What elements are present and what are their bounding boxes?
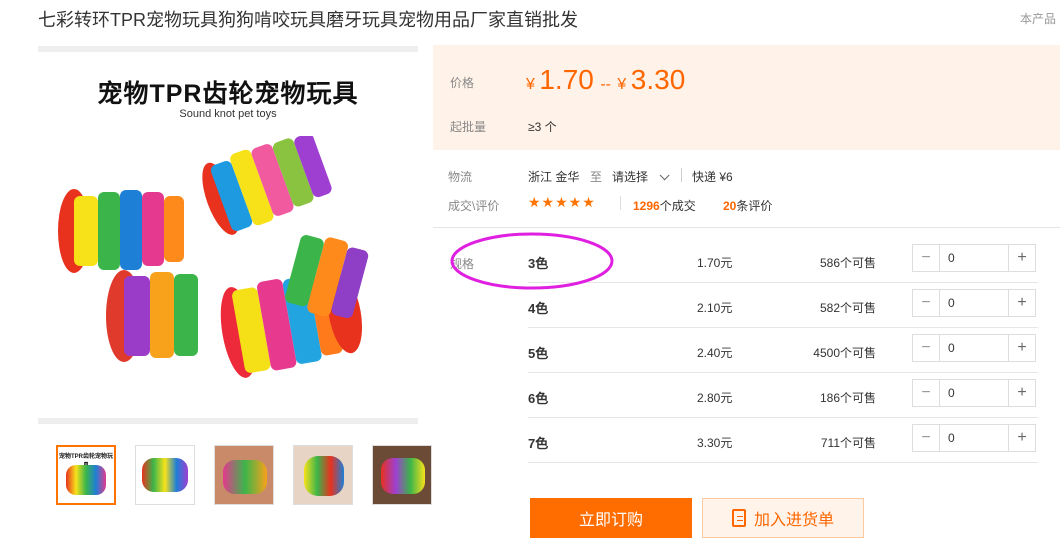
reviews-divider bbox=[620, 196, 621, 210]
add-to-cart-label: 加入进货单 bbox=[753, 512, 834, 529]
quantity-stepper: − 0 + bbox=[912, 244, 1036, 272]
destination-label: 请选择 bbox=[612, 170, 649, 184]
sku-stock: 186个可售 bbox=[819, 391, 876, 405]
thumbnail-5[interactable] bbox=[372, 445, 432, 505]
price-low: 1.70 bbox=[539, 64, 594, 95]
deals-unit: 个成交 bbox=[659, 199, 696, 213]
image-heading: 宠物TPR齿轮宠物玩具 bbox=[97, 80, 359, 108]
image-subheading: Sound knot pet toys bbox=[179, 108, 277, 120]
plus-icon[interactable]: + bbox=[1008, 425, 1035, 451]
minus-icon[interactable]: − bbox=[913, 335, 940, 361]
sku-name: 7色 bbox=[528, 436, 549, 451]
moq-value: ≥3 个 bbox=[528, 120, 557, 134]
add-to-cart-button[interactable]: 加入进货单 bbox=[702, 498, 864, 538]
quantity-stepper: − 0 + bbox=[912, 424, 1036, 452]
sku-stock: 582个可售 bbox=[819, 301, 876, 315]
quantity-stepper: − 0 + bbox=[912, 289, 1036, 317]
deals-count[interactable]: 1296个成交 bbox=[633, 197, 696, 214]
currency-low: ¥ bbox=[526, 76, 535, 93]
plus-icon[interactable]: + bbox=[1008, 380, 1035, 406]
logistics-label: 物流 bbox=[448, 170, 473, 184]
quantity-stepper: − 0 + bbox=[912, 379, 1036, 407]
chevron-down-icon bbox=[660, 170, 670, 181]
minus-icon[interactable]: − bbox=[913, 425, 940, 451]
price-high: 3.30 bbox=[630, 64, 686, 95]
order-now-button[interactable]: 立即订购 bbox=[530, 498, 692, 538]
rating-stars: ★★★★★ bbox=[528, 194, 596, 210]
plus-icon[interactable]: + bbox=[1008, 290, 1035, 316]
currency-high: ¥ bbox=[617, 76, 627, 93]
quantity-input[interactable]: 0 bbox=[940, 245, 1008, 271]
express-fee: 快递 ¥6 bbox=[692, 170, 733, 184]
sku-row: 7色 3.30元 711个可售 − 0 + bbox=[528, 418, 1038, 463]
plus-icon[interactable]: + bbox=[1008, 245, 1035, 271]
sku-stock: 586个可售 bbox=[819, 256, 876, 270]
review-count[interactable]: 20条评价 bbox=[723, 197, 772, 214]
minus-icon[interactable]: − bbox=[913, 245, 940, 271]
thumbnail-3[interactable] bbox=[214, 445, 274, 505]
thumbnail-1[interactable]: 宠物TPR齿轮宠物玩具 bbox=[56, 445, 116, 505]
destination-select[interactable]: 请选择 bbox=[612, 168, 670, 185]
price-separator: -- bbox=[600, 76, 611, 93]
plus-icon[interactable]: + bbox=[1008, 335, 1035, 361]
sku-price: 2.40元 bbox=[697, 346, 733, 360]
main-product-image: 宠物TPR齿轮宠物玩具 Sound knot pet toys bbox=[38, 46, 418, 424]
review-number: 20 bbox=[723, 199, 737, 213]
quantity-input[interactable]: 0 bbox=[940, 425, 1008, 451]
moq-label: 起批量 bbox=[450, 120, 487, 134]
quantity-stepper: − 0 + bbox=[912, 334, 1036, 362]
sku-name: 4色 bbox=[528, 301, 549, 316]
quantity-input[interactable]: 0 bbox=[940, 335, 1008, 361]
sku-row: 6色 2.80元 186个可售 − 0 + bbox=[528, 373, 1038, 418]
sku-stock: 711个可售 bbox=[820, 436, 876, 450]
sku-price: 3.30元 bbox=[697, 436, 733, 450]
sku-name: 5色 bbox=[528, 346, 549, 361]
sku-price: 1.70元 bbox=[697, 256, 733, 270]
sku-name: 6色 bbox=[528, 391, 549, 406]
logistics-divider bbox=[681, 168, 682, 182]
corner-note: 本产品 bbox=[1020, 12, 1057, 26]
product-title: 七彩转环TPR宠物玩具狗狗啃咬玩具磨牙玩具宠物用品厂家直销批发 bbox=[38, 10, 578, 30]
minus-icon[interactable]: − bbox=[913, 290, 940, 316]
quantity-input[interactable]: 0 bbox=[940, 380, 1008, 406]
reviews-label: 成交\评价 bbox=[448, 199, 500, 213]
price-label: 价格 bbox=[450, 76, 475, 90]
minus-icon[interactable]: − bbox=[913, 380, 940, 406]
price-range: ¥ 1.70 -- ¥ 3.30 bbox=[526, 64, 685, 96]
sku-stock: 4500个可售 bbox=[813, 346, 876, 360]
review-unit: 条评价 bbox=[736, 199, 773, 213]
sku-row: 5色 2.40元 4500个可售 − 0 + bbox=[528, 328, 1038, 373]
quantity-input[interactable]: 0 bbox=[940, 290, 1008, 316]
logistics-origin: 浙江 金华 bbox=[528, 170, 580, 184]
sku-price: 2.80元 bbox=[697, 391, 733, 405]
sku-price: 2.10元 bbox=[697, 301, 733, 315]
thumbnail-strip: 宠物TPR齿轮宠物玩具 bbox=[56, 445, 432, 505]
thumbnail-4[interactable] bbox=[293, 445, 353, 505]
clipboard-icon bbox=[731, 509, 746, 527]
annotation-ellipse bbox=[450, 232, 614, 290]
toy-illustration bbox=[58, 136, 369, 378]
thumbnail-2[interactable] bbox=[135, 445, 195, 505]
logistics-to: 至 bbox=[590, 170, 603, 184]
deals-number: 1296 bbox=[633, 199, 660, 213]
